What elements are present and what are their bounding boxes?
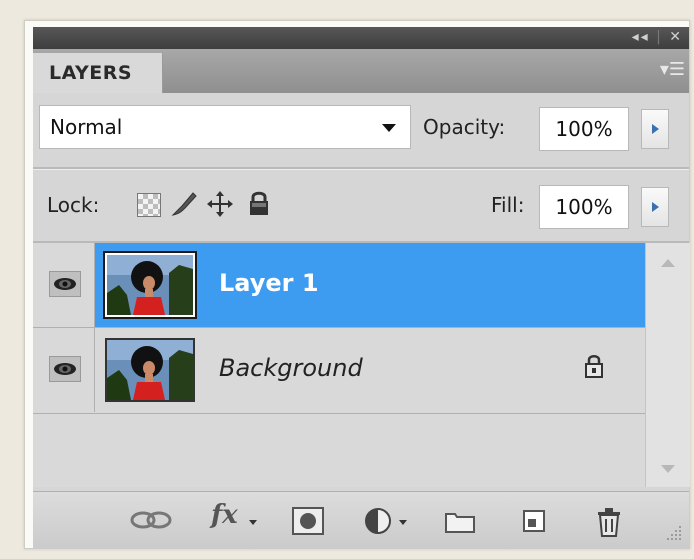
scroll-down-icon[interactable] xyxy=(661,465,675,473)
layer-name[interactable]: Layer 1 xyxy=(219,269,319,297)
layers-panel: ◂◂ | ✕ LAYERS ▾☰ Normal Opacity: 100% Lo… xyxy=(24,20,690,549)
opacity-label: Opacity: xyxy=(423,115,506,139)
new-layer-icon[interactable] xyxy=(519,506,549,536)
collapse-icon[interactable]: ◂◂ xyxy=(632,29,650,45)
fill-slider-button[interactable] xyxy=(641,187,669,227)
divider xyxy=(33,167,689,170)
lock-label: Lock: xyxy=(47,193,100,217)
panel-body: Normal Opacity: 100% Lock: Fill: 100% La… xyxy=(33,93,690,549)
layer-thumbnail[interactable] xyxy=(105,338,195,402)
layer-thumbnail[interactable] xyxy=(103,251,197,319)
trash-icon[interactable] xyxy=(595,506,623,538)
eye-icon[interactable] xyxy=(49,271,81,297)
panel-title-bar: ◂◂ | ✕ xyxy=(33,27,689,49)
opacity-slider-button[interactable] xyxy=(641,109,669,149)
tab-layers[interactable]: LAYERS xyxy=(33,53,163,93)
tab-bar: LAYERS ▾☰ xyxy=(33,49,689,93)
eye-icon[interactable] xyxy=(49,356,81,382)
panel-menu-icon[interactable]: ▾☰ xyxy=(660,59,685,80)
chevron-down-icon xyxy=(249,520,257,525)
arrow-right-icon xyxy=(651,202,659,212)
fill-field[interactable]: 100% xyxy=(539,185,629,229)
chevron-down-icon xyxy=(399,520,407,525)
divider xyxy=(33,413,645,414)
blend-mode-value: Normal xyxy=(50,115,123,139)
arrow-right-icon xyxy=(651,124,659,134)
resize-grip-icon[interactable] xyxy=(663,522,683,542)
lock-image-pixels-icon[interactable] xyxy=(169,189,199,219)
link-layers-icon[interactable] xyxy=(129,506,173,534)
layer-row[interactable]: Layer 1 xyxy=(33,243,645,327)
close-icon[interactable]: ✕ xyxy=(669,29,683,45)
fx-icon[interactable]: fx xyxy=(211,500,238,530)
layer-name[interactable]: Background xyxy=(219,354,363,382)
fill-label: Fill: xyxy=(491,193,525,217)
lock-position-icon[interactable] xyxy=(205,189,235,219)
chevron-down-icon xyxy=(382,124,396,132)
padlock-icon xyxy=(585,355,603,378)
visibility-cell xyxy=(33,328,95,412)
mask-icon[interactable] xyxy=(291,506,325,536)
layers-scrollbar[interactable] xyxy=(645,243,690,487)
adjustment-icon[interactable] xyxy=(363,506,397,536)
layer-row[interactable]: Background xyxy=(33,328,645,412)
layers-bottom-toolbar: fx xyxy=(33,491,689,549)
group-folder-icon[interactable] xyxy=(443,506,477,536)
scroll-up-icon[interactable] xyxy=(661,259,675,267)
opacity-field[interactable]: 100% xyxy=(539,107,629,151)
lock-all-icon[interactable] xyxy=(247,189,271,217)
visibility-cell xyxy=(33,243,95,327)
layers-list: Layer 1 Background xyxy=(33,243,645,487)
blend-mode-select[interactable]: Normal xyxy=(39,105,411,149)
lock-transparent-pixels-icon[interactable] xyxy=(137,193,161,217)
